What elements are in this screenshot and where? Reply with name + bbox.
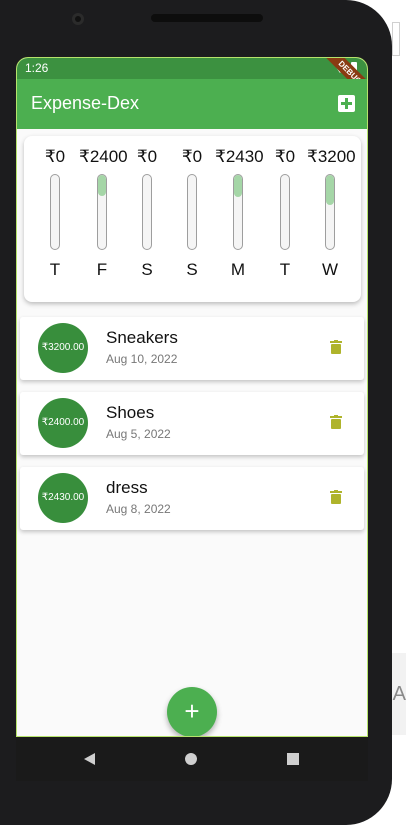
weekly-chart-card: ₹0 T ₹2400 F ₹0 S ₹0 S ₹2430 M ₹0 T ₹3200 W	[24, 136, 361, 302]
spending-bar-track	[280, 174, 290, 250]
transaction-date: Aug 10, 2022	[106, 352, 178, 366]
spending-bar-track	[142, 174, 152, 250]
transaction-title: Sneakers	[106, 328, 178, 347]
amount-avatar: ₹3200.00	[38, 323, 88, 373]
transaction-title: dress	[106, 478, 148, 497]
spending-bar-fill	[98, 175, 106, 197]
status-bar: 1:26 DEBUG	[17, 58, 367, 102]
day-amount: ₹0	[274, 147, 296, 166]
add-box-icon[interactable]	[338, 95, 355, 112]
day-label: S	[141, 260, 153, 279]
android-nav-bar	[16, 737, 368, 781]
back-icon[interactable]	[84, 753, 95, 765]
day-column: ₹2430 M	[215, 146, 264, 296]
day-label: T	[49, 260, 61, 279]
side-button	[392, 22, 400, 56]
app-screen: 1:26 DEBUG Expense-Dex ₹0 T ₹2400 F ₹0 S ₹0 S ₹2…	[16, 57, 368, 737]
app-bar: Expense-Dex	[17, 79, 367, 129]
day-label: T	[279, 260, 291, 279]
spending-bar-track	[50, 174, 60, 250]
transaction-title: Shoes	[106, 403, 155, 422]
delete-icon[interactable]	[330, 340, 342, 354]
day-amount: ₹0	[136, 147, 158, 166]
delete-icon[interactable]	[330, 490, 342, 504]
day-label: M	[230, 260, 246, 279]
day-label: S	[186, 260, 198, 279]
spending-bar-track	[233, 174, 243, 250]
spending-bar-track	[187, 174, 197, 250]
spending-bar-fill	[234, 175, 242, 198]
speaker-grille	[151, 14, 263, 22]
amount-avatar: ₹2430.00	[38, 473, 88, 523]
add-expense-fab[interactable]: +	[167, 687, 217, 736]
transaction-item: ₹3200.00 Sneakers Aug 10, 2022	[20, 317, 364, 380]
delete-icon[interactable]	[330, 415, 342, 429]
spending-bar-track	[325, 174, 335, 250]
day-column: ₹0 T	[32, 146, 78, 296]
day-amount: ₹2430	[215, 147, 264, 166]
day-column: ₹0 T	[262, 146, 308, 296]
day-amount: ₹2400	[79, 147, 128, 166]
spending-bar-track	[97, 174, 107, 250]
day-column: ₹2400 F	[79, 146, 128, 296]
app-title: Expense-Dex	[31, 93, 140, 113]
day-label: W	[321, 260, 339, 279]
day-label: F	[96, 260, 108, 279]
transaction-item: ₹2400.00 Shoes Aug 5, 2022	[20, 392, 364, 455]
transaction-date: Aug 5, 2022	[106, 427, 171, 441]
day-amount: ₹0	[44, 147, 66, 166]
home-icon[interactable]	[185, 753, 197, 765]
transaction-item: ₹2430.00 dress Aug 8, 2022	[20, 467, 364, 530]
day-column: ₹0 S	[124, 146, 170, 296]
amount-avatar: ₹2400.00	[38, 398, 88, 448]
day-column: ₹3200 W	[307, 146, 356, 296]
external-window-strip: A	[392, 653, 406, 735]
weekly-bars: ₹0 T ₹2400 F ₹0 S ₹0 S ₹2430 M ₹0 T ₹3200 W	[24, 136, 361, 302]
day-amount: ₹0	[181, 147, 203, 166]
phone-frame: 1:26 DEBUG Expense-Dex ₹0 T ₹2400 F ₹0 S ₹0 S ₹2…	[0, 0, 392, 825]
day-column: ₹0 S	[169, 146, 215, 296]
transaction-date: Aug 8, 2022	[106, 502, 171, 516]
front-camera	[72, 13, 84, 25]
recents-icon[interactable]	[287, 753, 299, 765]
day-amount: ₹3200	[307, 147, 356, 166]
status-time: 1:26	[25, 61, 49, 75]
spending-bar-fill	[326, 175, 334, 205]
